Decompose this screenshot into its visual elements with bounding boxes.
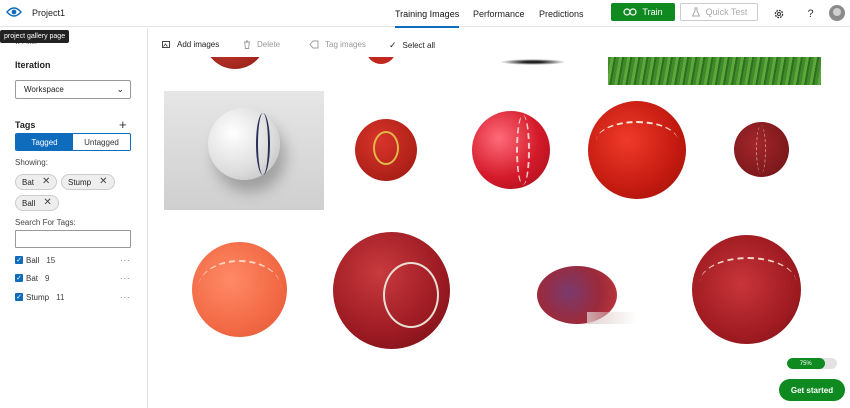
- chip-bat: Bat ✕: [15, 174, 58, 190]
- project-name[interactable]: Project1: [32, 8, 65, 18]
- chip-label: Ball: [22, 198, 36, 208]
- add-images-label: Add images: [177, 40, 220, 49]
- close-icon[interactable]: ✕: [99, 177, 107, 187]
- more-icon[interactable]: ···: [120, 293, 131, 302]
- settings-button[interactable]: [772, 7, 785, 20]
- gallery-image[interactable]: [192, 242, 287, 337]
- iteration-select[interactable]: Workspace ⌄: [15, 80, 131, 99]
- tag-count: 15: [46, 255, 56, 265]
- close-icon[interactable]: ✕: [42, 177, 50, 187]
- select-all-button[interactable]: ✓ Select all: [389, 40, 435, 51]
- gallery-image[interactable]: [472, 111, 550, 189]
- tab-performance[interactable]: Performance: [473, 9, 525, 19]
- eye-logo-icon[interactable]: [6, 6, 22, 18]
- gear-icon: [774, 9, 783, 18]
- iteration-heading: Iteration: [15, 60, 51, 70]
- tag-count: 11: [56, 292, 65, 302]
- chip-ball: Ball ✕: [15, 195, 59, 211]
- add-tag-icon[interactable]: +: [119, 118, 127, 131]
- gallery-image[interactable]: [692, 235, 801, 344]
- gallery-image[interactable]: [588, 101, 686, 199]
- gallery-image[interactable]: [204, 57, 266, 69]
- gallery-image[interactable]: [355, 119, 417, 181]
- sidebar: w Filter Iteration Workspace ⌄ Tags + Ta…: [0, 28, 148, 408]
- tab-predictions[interactable]: Predictions: [539, 9, 584, 19]
- checkmark-icon: ✓: [389, 40, 397, 50]
- train-label: Train: [642, 7, 663, 17]
- help-button[interactable]: ?: [804, 7, 817, 20]
- progress-label: 75%: [799, 360, 812, 367]
- delete-button[interactable]: Delete: [243, 40, 280, 49]
- more-icon[interactable]: ···: [120, 256, 131, 265]
- tagged-toggle[interactable]: Tagged: [16, 134, 73, 150]
- gallery-image-grass[interactable]: [608, 57, 821, 85]
- top-bar: Project1 Training Images Performance Pre…: [0, 0, 850, 28]
- chip-stump: Stump ✕: [61, 174, 115, 190]
- iteration-value: Workspace: [24, 85, 64, 94]
- gallery-image[interactable]: [164, 91, 324, 210]
- tag-images-button[interactable]: Tag images: [309, 40, 366, 49]
- add-images-button[interactable]: Add images: [162, 40, 219, 49]
- progress-bar: 75%: [787, 358, 837, 369]
- help-icon: ?: [807, 7, 814, 20]
- tag-row-bat[interactable]: ✓ Bat 9 ···: [15, 272, 131, 284]
- search-tags-label: Search For Tags:: [15, 218, 76, 227]
- tag-images-label: Tag images: [325, 40, 366, 49]
- tag-filter-toggle: Tagged Untagged: [15, 133, 131, 151]
- train-button[interactable]: Train: [611, 3, 675, 21]
- tag-name: Ball: [26, 255, 40, 265]
- tag-name: Stump: [26, 292, 50, 302]
- tag-row-ball[interactable]: ✓ Ball 15 ···: [15, 254, 131, 266]
- tooltip: project gallery page: [0, 30, 70, 43]
- tag-count: 9: [45, 273, 50, 283]
- delete-label: Delete: [257, 40, 281, 49]
- search-tags-input[interactable]: [15, 230, 131, 248]
- tab-training-images[interactable]: Training Images: [395, 9, 460, 28]
- tag-name: Bat: [26, 273, 39, 283]
- get-started-button[interactable]: Get started: [779, 379, 845, 401]
- gallery-image[interactable]: [496, 57, 570, 67]
- flask-icon: [691, 7, 700, 17]
- gallery-image[interactable]: [333, 232, 450, 349]
- select-all-label: Select all: [402, 41, 436, 50]
- gallery-image[interactable]: [537, 266, 637, 326]
- untagged-toggle[interactable]: Untagged: [73, 134, 130, 150]
- chip-label: Bat: [22, 177, 35, 187]
- progress-fill: 75%: [787, 358, 825, 369]
- quick-test-label: Quick Test: [705, 7, 748, 17]
- chip-label: Stump: [68, 177, 92, 187]
- checkbox-icon[interactable]: ✓: [15, 293, 23, 301]
- tags-heading: Tags: [15, 120, 36, 130]
- showing-label: Showing:: [15, 158, 48, 167]
- gears-icon: [623, 8, 638, 16]
- tag-icon: [309, 40, 319, 49]
- avatar[interactable]: [829, 5, 845, 21]
- trash-icon: [244, 40, 250, 49]
- checkbox-icon[interactable]: ✓: [15, 274, 23, 282]
- close-icon[interactable]: ✕: [43, 198, 51, 208]
- quick-test-button[interactable]: Quick Test: [680, 3, 758, 21]
- image-add-icon: [162, 41, 170, 48]
- gallery-image[interactable]: [734, 122, 789, 177]
- more-icon[interactable]: ···: [120, 274, 131, 283]
- chevron-down-icon: ⌄: [116, 84, 124, 94]
- checkbox-icon[interactable]: ✓: [15, 256, 23, 264]
- tag-row-stump[interactable]: ✓ Stump 11 ···: [15, 291, 131, 303]
- gallery-image[interactable]: [366, 57, 396, 64]
